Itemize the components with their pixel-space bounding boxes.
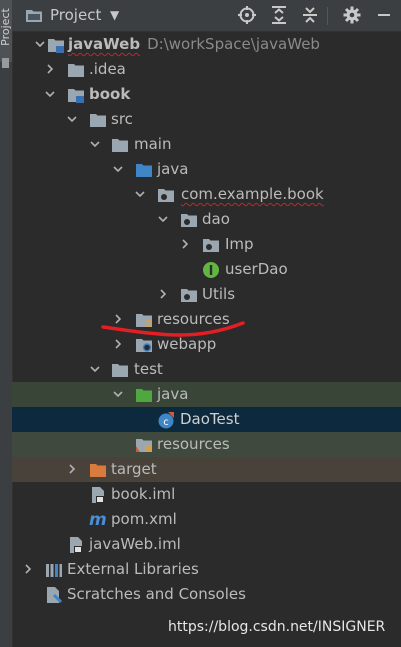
module-path: D:\workSpace\javaWeb	[147, 35, 320, 53]
chevron-right-icon[interactable]	[22, 563, 34, 575]
tree-node-scratches[interactable]: Scratches and Consoles	[12, 582, 401, 607]
package-icon	[203, 239, 219, 252]
tree-node-main-java[interactable]: java	[12, 157, 401, 182]
chevron-down-icon[interactable]	[134, 188, 146, 200]
red-underline-annotation	[101, 321, 245, 337]
test-resources-folder-icon	[136, 439, 152, 452]
tree-node-idea[interactable]: .idea	[12, 57, 401, 82]
tree-node-test-java[interactable]: java	[12, 382, 401, 407]
watermark-text: https://blog.csdn.net/INSIGNER	[168, 619, 386, 635]
project-tool-tab-label: Project	[0, 8, 12, 46]
iml-file-icon	[70, 537, 82, 553]
folder-icon	[68, 64, 84, 77]
tree-label: dao	[202, 210, 230, 228]
test-class-icon: c	[158, 412, 174, 429]
tree-node-imp[interactable]: Imp	[12, 232, 401, 257]
tree-label: com.example.book	[181, 185, 324, 203]
tree-node-test[interactable]: test	[12, 357, 401, 382]
locate-icon[interactable]	[237, 5, 257, 25]
strip-marker-icon	[2, 58, 9, 68]
tree-label: book.iml	[111, 485, 176, 503]
hide-icon[interactable]	[374, 5, 394, 25]
chevron-down-icon[interactable]	[112, 388, 124, 400]
tree-node-main[interactable]: main	[12, 132, 401, 157]
folder-icon	[90, 114, 106, 127]
chevron-right-icon[interactable]	[179, 238, 191, 250]
libraries-icon	[46, 564, 62, 577]
tree-node-userdao[interactable]: userDao	[12, 257, 401, 282]
project-header: Project ▼	[12, 0, 401, 32]
module-folder-icon	[68, 89, 84, 103]
maven-icon: m	[89, 510, 107, 530]
project-tool-tab[interactable]: Project	[0, 0, 12, 62]
tree-label: javaWeb.iml	[89, 535, 181, 553]
tree-node-book-iml[interactable]: book.iml	[12, 482, 401, 507]
tree-label: target	[111, 460, 157, 478]
tree-node-com-example-book[interactable]: com.example.book	[12, 182, 401, 207]
chevron-down-icon[interactable]	[89, 138, 101, 150]
tree-node-external-libraries[interactable]: External Libraries	[12, 557, 401, 582]
gear-icon[interactable]	[342, 5, 362, 25]
tree-label: userDao	[225, 260, 288, 278]
header-divider	[327, 7, 328, 25]
tree-label: DaoTest	[180, 410, 240, 428]
chevron-down-icon[interactable]	[34, 38, 46, 50]
package-icon	[158, 189, 174, 202]
tree-label: java	[157, 160, 189, 178]
chevron-right-icon[interactable]	[157, 288, 169, 300]
svg-text:c: c	[163, 417, 169, 428]
tree-node-target[interactable]: target	[12, 457, 401, 482]
expand-all-icon[interactable]	[269, 5, 289, 25]
tree-node-javaweb-iml[interactable]: javaWeb.iml	[12, 532, 401, 557]
tree-label: test	[134, 360, 163, 378]
scratches-icon	[47, 587, 63, 604]
interface-icon	[203, 262, 219, 278]
chevron-right-icon[interactable]	[66, 463, 78, 475]
tree-label: pom.xml	[111, 510, 177, 528]
folder-icon	[112, 364, 128, 377]
chevron-down-icon[interactable]	[66, 113, 78, 125]
tree-node-test-resources[interactable]: resources	[12, 432, 401, 457]
tree-node-daotest[interactable]: c DaoTest	[12, 407, 401, 432]
tree-label: resources	[157, 435, 230, 453]
chevron-down-icon[interactable]	[112, 163, 124, 175]
tree-node-src[interactable]: src	[12, 107, 401, 132]
package-icon	[181, 214, 197, 227]
tree-label: main	[134, 135, 172, 153]
module-folder-icon	[48, 39, 64, 53]
chevron-down-icon[interactable]	[157, 213, 169, 225]
collapse-all-icon[interactable]	[300, 5, 320, 25]
iml-file-icon	[92, 487, 104, 503]
tree-node-pom-xml[interactable]: m pom.xml	[12, 507, 401, 532]
tree-label: Imp	[225, 235, 254, 253]
tree-node-dao[interactable]: dao	[12, 207, 401, 232]
package-icon	[181, 289, 197, 302]
test-source-folder-icon	[136, 389, 152, 402]
tree-label: javaWeb D:\workSpace\javaWeb	[68, 35, 320, 53]
chevron-down-icon[interactable]	[89, 363, 101, 375]
tree-node-utils[interactable]: Utils	[12, 282, 401, 307]
tree-label: Scratches and Consoles	[67, 585, 246, 603]
tree-label: book	[89, 85, 131, 103]
tree-label: .idea	[89, 60, 126, 78]
tree-label: java	[157, 385, 189, 403]
view-title[interactable]: Project	[50, 5, 101, 25]
tree-label: Utils	[202, 285, 236, 303]
tree-label: External Libraries	[67, 560, 199, 578]
caret-down-icon[interactable]: ▼	[110, 5, 119, 25]
source-folder-icon	[136, 164, 152, 177]
chevron-right-icon[interactable]	[44, 63, 56, 75]
project-folder-icon	[26, 10, 42, 22]
tree-label: src	[111, 110, 133, 128]
tree-node-book[interactable]: book	[12, 82, 401, 107]
excluded-folder-icon	[90, 464, 106, 477]
chevron-down-icon[interactable]	[44, 88, 56, 100]
folder-icon	[112, 139, 128, 152]
tree-node-javaweb[interactable]: javaWeb D:\workSpace\javaWeb	[12, 32, 401, 57]
